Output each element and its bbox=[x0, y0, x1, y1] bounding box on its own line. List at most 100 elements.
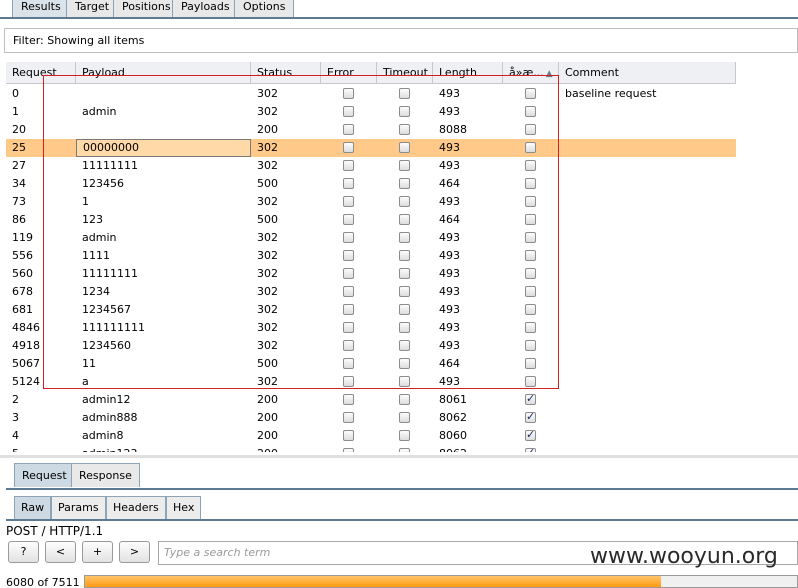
tab-response[interactable]: Response bbox=[71, 463, 140, 487]
table-row[interactable]: 681 1234567 302 493 bbox=[6, 301, 736, 319]
error-checkbox[interactable] bbox=[343, 394, 354, 405]
table-row[interactable]: 4 admin8 200 8060 bbox=[6, 427, 736, 445]
extra-checkbox[interactable] bbox=[525, 358, 536, 369]
filter-bar[interactable]: Filter: Showing all items bbox=[4, 28, 798, 53]
table-row[interactable]: 73 1 302 493 bbox=[6, 193, 736, 211]
extra-checkbox[interactable] bbox=[525, 214, 536, 225]
timeout-checkbox[interactable] bbox=[399, 160, 410, 171]
split-divider[interactable] bbox=[0, 455, 798, 458]
timeout-checkbox[interactable] bbox=[399, 430, 410, 441]
next-button[interactable]: > bbox=[119, 541, 150, 563]
error-checkbox[interactable] bbox=[343, 106, 354, 117]
error-checkbox[interactable] bbox=[343, 232, 354, 243]
error-checkbox[interactable] bbox=[343, 88, 354, 99]
tab-request[interactable]: Request bbox=[14, 463, 75, 487]
extra-checkbox[interactable] bbox=[525, 376, 536, 387]
extra-checkbox[interactable] bbox=[525, 410, 536, 423]
extra-checkbox[interactable] bbox=[525, 124, 536, 135]
timeout-checkbox[interactable] bbox=[399, 394, 410, 405]
table-row[interactable]: 2 admin12 200 8061 bbox=[6, 391, 736, 409]
col-payload[interactable]: Payload bbox=[76, 62, 251, 84]
error-checkbox[interactable] bbox=[343, 430, 354, 441]
timeout-checkbox[interactable] bbox=[399, 268, 410, 279]
table-row[interactable]: 4918 1234560 302 493 bbox=[6, 337, 736, 355]
col-comment[interactable]: Comment bbox=[559, 62, 736, 84]
timeout-checkbox[interactable] bbox=[399, 88, 410, 99]
error-checkbox[interactable] bbox=[343, 142, 354, 153]
timeout-checkbox[interactable] bbox=[399, 286, 410, 297]
tab-params[interactable]: Params bbox=[51, 496, 106, 519]
timeout-checkbox[interactable] bbox=[399, 214, 410, 225]
prev-button[interactable]: < bbox=[45, 541, 76, 563]
tab-raw[interactable]: Raw bbox=[14, 496, 52, 519]
extra-checkbox[interactable] bbox=[525, 106, 536, 117]
extra-checkbox[interactable] bbox=[525, 446, 536, 452]
timeout-checkbox[interactable] bbox=[399, 340, 410, 351]
extra-checkbox[interactable] bbox=[525, 178, 536, 189]
error-checkbox[interactable] bbox=[343, 358, 354, 369]
extra-checkbox[interactable] bbox=[525, 196, 536, 207]
timeout-checkbox[interactable] bbox=[399, 106, 410, 117]
error-checkbox[interactable] bbox=[343, 214, 354, 225]
col-length[interactable]: Length bbox=[433, 62, 503, 84]
extra-checkbox[interactable] bbox=[525, 88, 536, 99]
error-checkbox[interactable] bbox=[343, 448, 354, 452]
tab-payloads[interactable]: Payloads bbox=[172, 0, 239, 18]
error-checkbox[interactable] bbox=[343, 178, 354, 189]
col-status[interactable]: Status bbox=[251, 62, 321, 84]
error-checkbox[interactable] bbox=[343, 160, 354, 171]
table-row[interactable]: 25 00000000 302 493 bbox=[6, 139, 736, 157]
table-row[interactable]: 20 200 8088 bbox=[6, 121, 736, 139]
extra-checkbox[interactable] bbox=[525, 142, 536, 153]
timeout-checkbox[interactable] bbox=[399, 250, 410, 261]
table-row[interactable]: 27 11111111 302 493 bbox=[6, 157, 736, 175]
table-row[interactable]: 0 302 493 baseline request bbox=[6, 85, 736, 103]
extra-checkbox[interactable] bbox=[525, 340, 536, 351]
timeout-checkbox[interactable] bbox=[399, 322, 410, 333]
tab-headers[interactable]: Headers bbox=[106, 496, 166, 519]
table-row[interactable]: 5067 11 500 464 bbox=[6, 355, 736, 373]
help-button[interactable]: ? bbox=[8, 541, 39, 563]
error-checkbox[interactable] bbox=[343, 124, 354, 135]
tab-options[interactable]: Options bbox=[234, 0, 295, 18]
table-row[interactable]: 119 admin 302 493 bbox=[6, 229, 736, 247]
timeout-checkbox[interactable] bbox=[399, 124, 410, 135]
error-checkbox[interactable] bbox=[343, 412, 354, 423]
timeout-checkbox[interactable] bbox=[399, 178, 410, 189]
request-body[interactable]: POST / HTTP/1.1 bbox=[6, 524, 103, 538]
extra-checkbox[interactable] bbox=[525, 268, 536, 279]
timeout-checkbox[interactable] bbox=[399, 232, 410, 243]
error-checkbox[interactable] bbox=[343, 340, 354, 351]
timeout-checkbox[interactable] bbox=[399, 358, 410, 369]
error-checkbox[interactable] bbox=[343, 268, 354, 279]
tab-hex[interactable]: Hex bbox=[166, 496, 202, 519]
table-row[interactable]: 1 admin 302 493 bbox=[6, 103, 736, 121]
extra-checkbox[interactable] bbox=[525, 322, 536, 333]
error-checkbox[interactable] bbox=[343, 196, 354, 207]
table-row[interactable]: 34 123456 500 464 bbox=[6, 175, 736, 193]
extra-checkbox[interactable] bbox=[525, 304, 536, 315]
tab-positions[interactable]: Positions bbox=[113, 0, 180, 18]
table-row[interactable]: 4846 111111111 302 493 bbox=[6, 319, 736, 337]
error-checkbox[interactable] bbox=[343, 376, 354, 387]
timeout-checkbox[interactable] bbox=[399, 376, 410, 387]
extra-checkbox[interactable] bbox=[525, 160, 536, 171]
col-timeout[interactable]: Timeout bbox=[377, 62, 433, 84]
extra-checkbox[interactable] bbox=[525, 286, 536, 297]
col-request[interactable]: Request bbox=[6, 62, 76, 84]
timeout-checkbox[interactable] bbox=[399, 196, 410, 207]
table-row[interactable]: 5124 a 302 493 bbox=[6, 373, 736, 391]
timeout-checkbox[interactable] bbox=[399, 142, 410, 153]
table-row[interactable]: 678 1234 302 493 bbox=[6, 283, 736, 301]
extra-checkbox[interactable] bbox=[525, 428, 536, 441]
tab-results[interactable]: Results bbox=[12, 0, 70, 18]
table-row[interactable]: 86 123 500 464 bbox=[6, 211, 736, 229]
timeout-checkbox[interactable] bbox=[399, 448, 410, 452]
error-checkbox[interactable] bbox=[343, 250, 354, 261]
tab-target[interactable]: Target bbox=[66, 0, 119, 18]
error-checkbox[interactable] bbox=[343, 304, 354, 315]
table-row[interactable]: 5admin123200 8062 bbox=[6, 445, 736, 452]
table-row[interactable]: 556 1111 302 493 bbox=[6, 247, 736, 265]
timeout-checkbox[interactable] bbox=[399, 412, 410, 423]
error-checkbox[interactable] bbox=[343, 322, 354, 333]
